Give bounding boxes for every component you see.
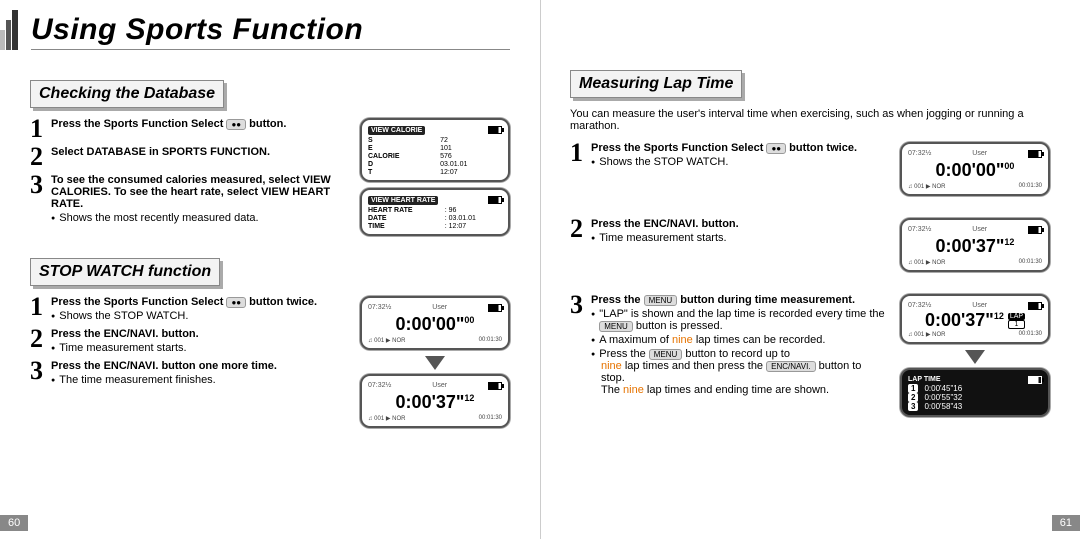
battery-icon (1028, 150, 1042, 158)
menu-chip: MENU (649, 349, 683, 360)
step-number: 2 (570, 218, 583, 240)
section-lap-title: Measuring Lap Time (570, 70, 742, 98)
battery-icon (1028, 376, 1042, 384)
heading-title: Using Sports Function (31, 13, 510, 50)
menu-chip: MENU (644, 295, 678, 306)
section-lap-3: 3 Press the MENU button during time meas… (570, 294, 1050, 423)
step-text: button twice. (249, 296, 317, 308)
screen-lap-d: LAP TIME 10:00'45"1620:00'55"3230:00'58"… (900, 368, 1050, 417)
section-stopwatch-title: STOP WATCH function (30, 258, 220, 286)
battery-icon (488, 382, 502, 390)
step-text: Press the ENC/NAVI. button one more time… (51, 360, 277, 372)
bullet-text: Time measurement starts. (599, 232, 726, 244)
step-text: Press the Sports Function Select (51, 296, 223, 308)
screen-lap-b: 07:32½User 0:00'37"12 ♫ 001 ▶ NOR00:01:3… (900, 218, 1050, 272)
step-number: 1 (30, 296, 43, 318)
encnavi-chip: ENC/NAVI. (766, 361, 815, 372)
screen-view-heart-rate: VIEW HEART RATE HEART RATE: 96 DATE: 03.… (360, 188, 510, 236)
bullet-text: button is pressed. (636, 320, 723, 332)
page-left: Using Sports Function Checking the Datab… (0, 0, 540, 539)
section-lap-2: 2 Press the ENC/NAVI. button. Time measu… (570, 218, 1050, 278)
step-number: 3 (30, 174, 43, 196)
page-number: 60 (0, 515, 28, 531)
bullet-text: "LAP" is shown and the lap time is recor… (599, 308, 884, 320)
step-text: button twice. (789, 142, 857, 154)
step-text: Press the ENC/NAVI. button. (51, 328, 199, 340)
step-number: 3 (570, 294, 583, 316)
step-text: To see the consumed calories measured, s… (51, 174, 331, 210)
battery-icon (1028, 302, 1042, 310)
section-lap-1: 1 Press the Sports Function Select ●● bu… (570, 142, 1050, 202)
screen-stopwatch-1: 07:32½User 0:00'00"00 ♫ 001 ▶ NOR00:01:3… (360, 296, 510, 350)
step-number: 2 (30, 328, 43, 350)
step-text: Press the ENC/NAVI. button. (591, 218, 739, 230)
step-number: 2 (30, 146, 43, 168)
section-checking: 1 Press the Sports Function Select ●● bu… (30, 118, 510, 242)
page-heading: Using Sports Function (0, 10, 510, 50)
select-icon: ●● (766, 143, 786, 154)
arrow-down-icon (965, 350, 985, 364)
bullet-text: The time measurement finishes. (59, 374, 216, 386)
select-icon: ●● (226, 297, 246, 308)
screen-lap-c: 07:32½User 0:00'37"12 LAP 1 ♫ 001 ▶ NOR0… (900, 294, 1050, 344)
step-text: button. (249, 118, 286, 130)
battery-icon (488, 196, 502, 204)
menu-chip: MENU (599, 321, 633, 332)
step-number: 1 (30, 118, 43, 140)
screen-stopwatch-2: 07:32½User 0:00'37"12 ♫ 001 ▶ NOR00:01:3… (360, 374, 510, 428)
step-text: Press the Sports Function Select (591, 142, 763, 154)
arrow-down-icon (425, 356, 445, 370)
battery-icon (488, 126, 502, 134)
step-number: 3 (30, 360, 43, 382)
step-number: 1 (570, 142, 583, 164)
section-stopwatch: 1 Press the Sports Function Select ●● bu… (30, 296, 510, 434)
battery-icon (488, 304, 502, 312)
screen-lap-a: 07:32½User 0:00'00"00 ♫ 001 ▶ NOR00:01:3… (900, 142, 1050, 196)
screen-view-calorie: VIEW CALORIE S72 E101 CALORIE576 D03.01.… (360, 118, 510, 182)
step-text: button during time measurement. (680, 294, 855, 306)
bullet-text: Shows the STOP WATCH. (599, 156, 728, 168)
step-text: Press the Sports Function Select (51, 118, 223, 130)
page-divider (540, 0, 541, 539)
page-right: Measuring Lap Time You can measure the u… (540, 0, 1080, 539)
battery-icon (1028, 226, 1042, 234)
section-checking-title: Checking the Database (30, 80, 224, 108)
select-icon: ●● (226, 119, 246, 130)
bullet-text: Time measurement starts. (59, 342, 186, 354)
step-text: Select DATABASE in SPORTS FUNCTION. (51, 146, 270, 158)
bullet-text: Shows the STOP WATCH. (59, 310, 188, 322)
bullet-text: Shows the most recently measured data. (59, 212, 258, 224)
page-number: 61 (1052, 515, 1080, 531)
lap-intro: You can measure the user's interval time… (570, 108, 1050, 132)
step-text: Press the (591, 294, 641, 306)
